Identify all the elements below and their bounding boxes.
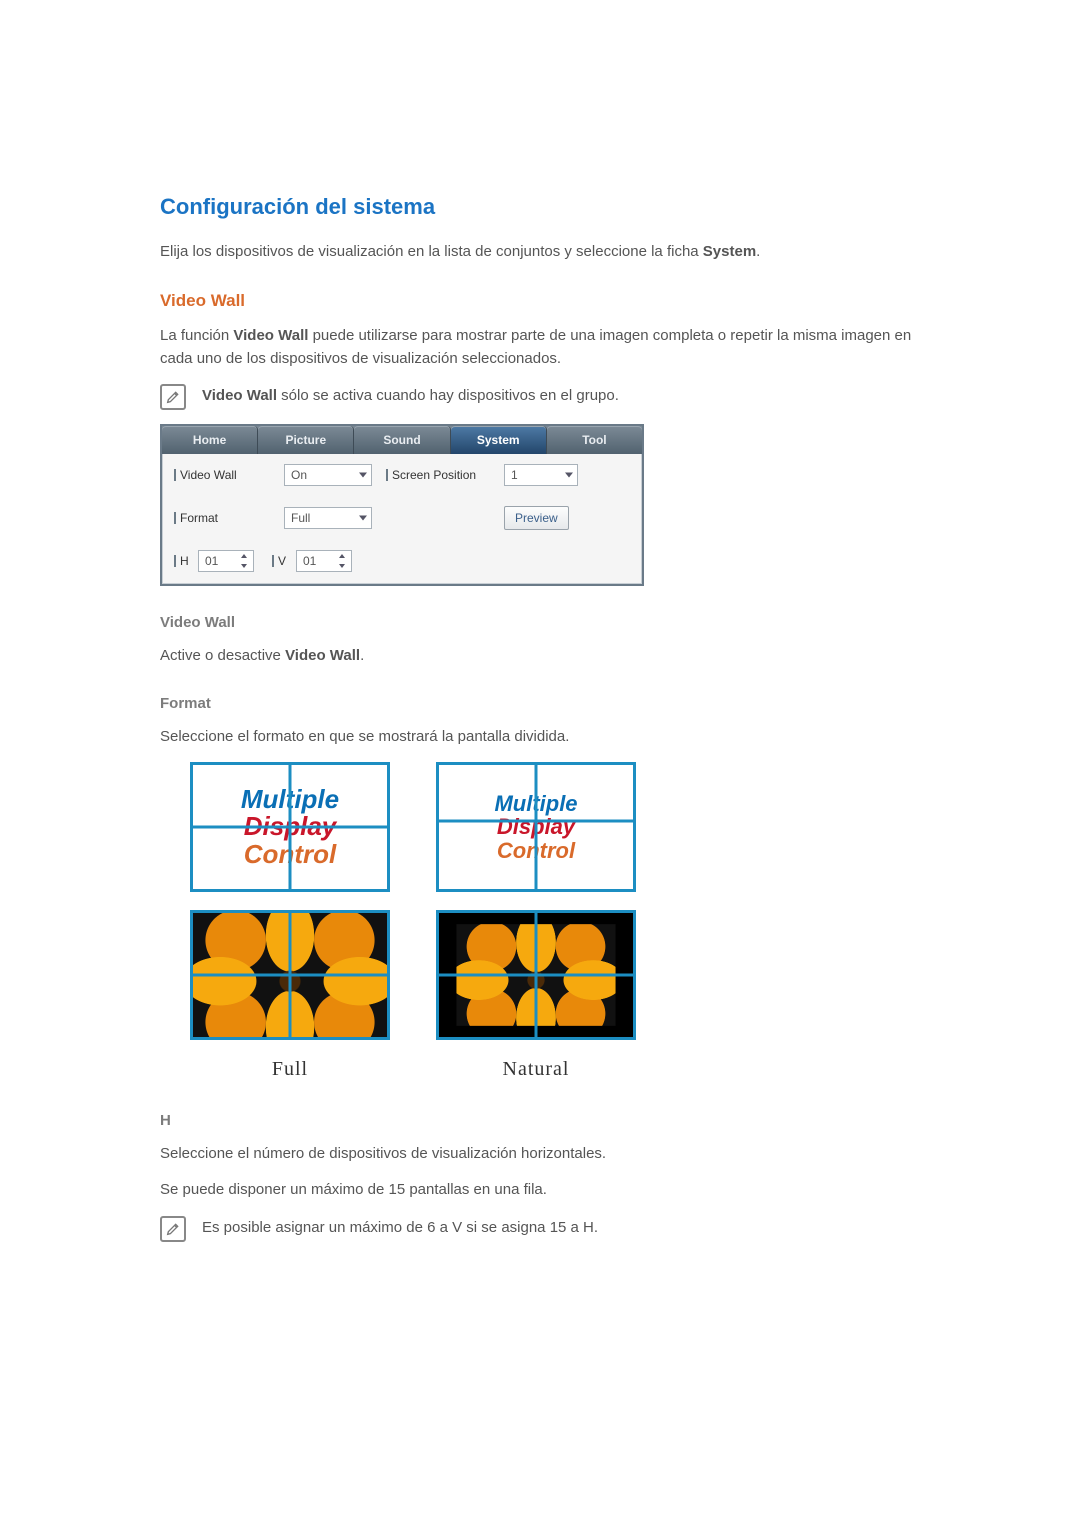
video-wall-heading: Video Wall	[160, 288, 920, 314]
grid-line-icon	[193, 974, 387, 977]
panel-body: Video Wall On Screen Position 1 Format F…	[162, 454, 642, 584]
page-title: Configuración del sistema	[160, 190, 920, 223]
dropdown-screen-position[interactable]: 1	[504, 464, 578, 486]
figure-natural-mdc: Multiple Display Control	[436, 762, 636, 892]
dropdown-format[interactable]: Full	[284, 507, 372, 529]
grid-line-icon	[439, 819, 633, 822]
format-item-text: Seleccione el formato en que se mostrará…	[160, 726, 920, 749]
grid-line-icon	[439, 974, 633, 977]
document-page: Configuración del sistema Elija los disp…	[0, 0, 1080, 1527]
figure-full-mdc: Multiple Display Control	[190, 762, 390, 892]
intro-suffix: .	[756, 243, 760, 260]
tab-bar: Home Picture Sound System Tool	[162, 426, 642, 454]
dropdown-video-wall-value: On	[291, 466, 307, 484]
label-format: Format	[174, 509, 284, 527]
h-item-title: H	[160, 1110, 920, 1133]
intro-paragraph: Elija los dispositivos de visualización …	[160, 241, 920, 264]
dropdown-format-value: Full	[291, 509, 310, 527]
spinner-arrows-icon	[335, 551, 349, 571]
note-rest: sólo se activa cuando hay dispositivos e…	[277, 387, 619, 404]
spinner-h-value: 01	[205, 552, 218, 570]
spinner-v-value: 01	[303, 552, 316, 570]
vw-item-bold: Video Wall	[285, 647, 360, 664]
note-row-h: Es posible asignar un máximo de 6 a V si…	[160, 1216, 920, 1242]
vw-item-text: Active o desactive Video Wall.	[160, 645, 920, 668]
vw-item-title: Video Wall	[160, 612, 920, 635]
mdc-full-image: Multiple Display Control	[190, 762, 390, 892]
chevron-down-icon	[359, 473, 367, 478]
note-text-h: Es posible asignar un máximo de 6 a V si…	[202, 1216, 920, 1240]
flower-natural-image	[436, 910, 636, 1040]
grid-line-icon	[193, 826, 387, 829]
pencil-icon	[165, 389, 181, 405]
flower-full-image	[190, 910, 390, 1040]
chevron-down-icon	[359, 516, 367, 521]
note-bold: Video Wall	[202, 387, 277, 404]
label-v: V	[272, 552, 296, 570]
tab-sound[interactable]: Sound	[354, 426, 450, 454]
format-figures-row-2: Full Natural	[190, 910, 920, 1084]
dropdown-screen-position-value: 1	[511, 466, 518, 484]
spinner-v[interactable]: 01	[296, 550, 352, 572]
caption-full: Full	[190, 1054, 390, 1084]
figure-natural-flower: Natural	[436, 910, 636, 1084]
label-video-wall: Video Wall	[174, 466, 284, 484]
tab-picture[interactable]: Picture	[258, 426, 354, 454]
preview-button[interactable]: Preview	[504, 506, 569, 530]
video-wall-description: La función Video Wall puede utilizarse p…	[160, 325, 920, 370]
label-screen-position: Screen Position	[386, 466, 504, 484]
chevron-down-icon	[565, 473, 573, 478]
label-h: H	[174, 552, 198, 570]
pencil-icon	[165, 1221, 181, 1237]
label-video-wall-text: Video Wall	[180, 466, 237, 484]
h-item-text1: Seleccione el número de dispositivos de …	[160, 1143, 920, 1166]
label-h-text: H	[180, 552, 189, 570]
tab-system[interactable]: System	[451, 426, 547, 454]
vw-desc-prefix: La función	[160, 327, 233, 344]
note-row: Video Wall sólo se activa cuando hay dis…	[160, 384, 920, 410]
intro-bold: System	[703, 243, 756, 260]
mdc-natural-image: Multiple Display Control	[436, 762, 636, 892]
intro-text: Elija los dispositivos de visualización …	[160, 243, 703, 260]
label-screen-position-text: Screen Position	[392, 466, 476, 484]
spinner-h[interactable]: 01	[198, 550, 254, 572]
figure-full-flower: Full	[190, 910, 390, 1084]
spinner-arrows-icon	[237, 551, 251, 571]
settings-panel: Home Picture Sound System Tool Video Wal…	[160, 424, 644, 586]
vw-desc-bold: Video Wall	[233, 327, 308, 344]
label-v-text: V	[278, 552, 286, 570]
vw-item-prefix: Active o desactive	[160, 647, 285, 664]
note-icon	[160, 1216, 186, 1242]
h-item-text2: Se puede disponer un máximo de 15 pantal…	[160, 1179, 920, 1202]
label-format-text: Format	[180, 509, 218, 527]
dropdown-video-wall[interactable]: On	[284, 464, 372, 486]
vw-item-suffix: .	[360, 647, 364, 664]
format-item-title: Format	[160, 693, 920, 716]
note-icon	[160, 384, 186, 410]
tab-tool[interactable]: Tool	[547, 426, 642, 454]
caption-natural: Natural	[436, 1054, 636, 1084]
tab-home[interactable]: Home	[162, 426, 258, 454]
grid-line-icon	[535, 765, 538, 889]
format-figures-row-1: Multiple Display Control Multiple Displa…	[190, 762, 920, 892]
note-text: Video Wall sólo se activa cuando hay dis…	[202, 384, 920, 408]
